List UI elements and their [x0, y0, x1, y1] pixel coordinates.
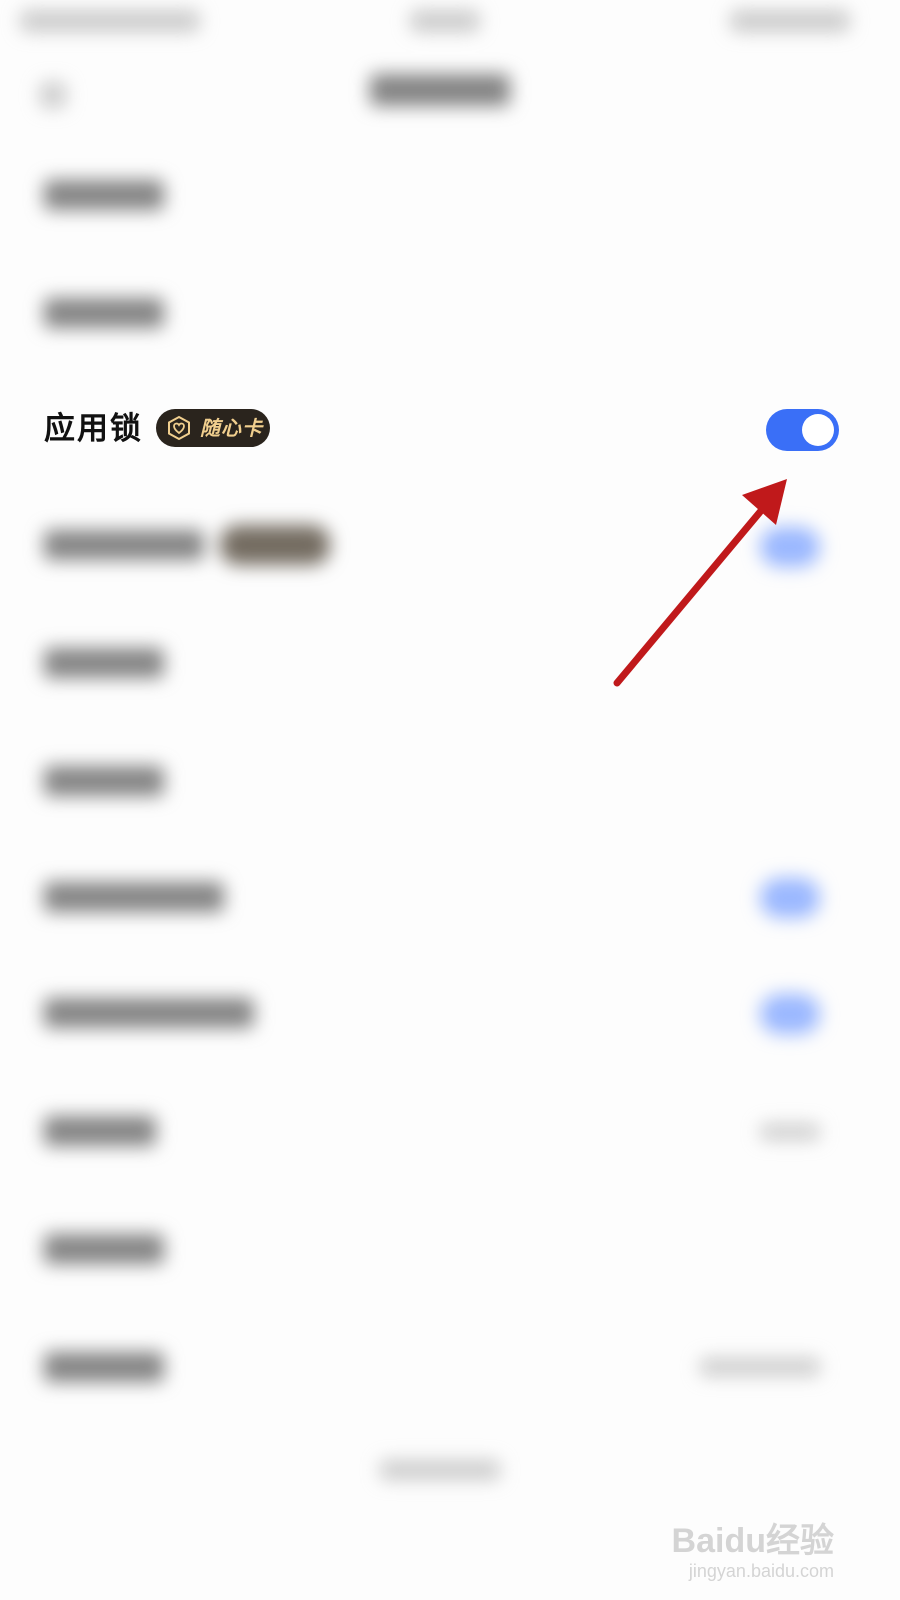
baidu-watermark: Baidu经验 jingyan.baidu.com: [672, 1522, 834, 1582]
settings-screen: 应用锁 随心卡 Baidu经验 jingyan.baidu.com: [0, 0, 900, 1600]
footer-text: [380, 1460, 500, 1480]
settings-item[interactable]: [44, 298, 164, 328]
membership-badge[interactable]: 随心卡: [156, 409, 270, 447]
settings-item[interactable]: [44, 648, 164, 678]
settings-item[interactable]: [44, 530, 204, 560]
watermark-url: jingyan.baidu.com: [688, 1561, 834, 1581]
settings-item[interactable]: [44, 1234, 164, 1264]
app-lock-row[interactable]: 应用锁 随心卡: [0, 400, 900, 460]
app-lock-label: 应用锁: [44, 411, 143, 447]
status-bar-right: [730, 10, 850, 32]
item-value: [700, 1358, 820, 1376]
status-bar-center: [410, 10, 480, 32]
watermark-logo: Baidu经验: [671, 1522, 834, 1560]
settings-item[interactable]: [44, 766, 164, 796]
toggle[interactable]: [760, 994, 820, 1034]
settings-item[interactable]: [44, 1116, 156, 1146]
toggle-knob: [802, 414, 834, 446]
badge: [220, 525, 330, 565]
back-icon[interactable]: [40, 82, 66, 108]
settings-item[interactable]: [44, 998, 254, 1028]
app-lock-toggle[interactable]: [766, 409, 839, 451]
settings-item[interactable]: [44, 180, 164, 210]
status-bar-left: [20, 10, 200, 32]
item-value: [760, 1124, 820, 1140]
settings-item[interactable]: [44, 882, 224, 912]
settings-item[interactable]: [44, 1352, 164, 1382]
page-title: [370, 74, 510, 106]
blurred-background: [0, 0, 900, 1600]
badge-label: 随心卡: [200, 416, 263, 440]
toggle[interactable]: [760, 878, 820, 918]
toggle[interactable]: [760, 527, 820, 567]
heart-hexagon-icon: [168, 415, 190, 441]
